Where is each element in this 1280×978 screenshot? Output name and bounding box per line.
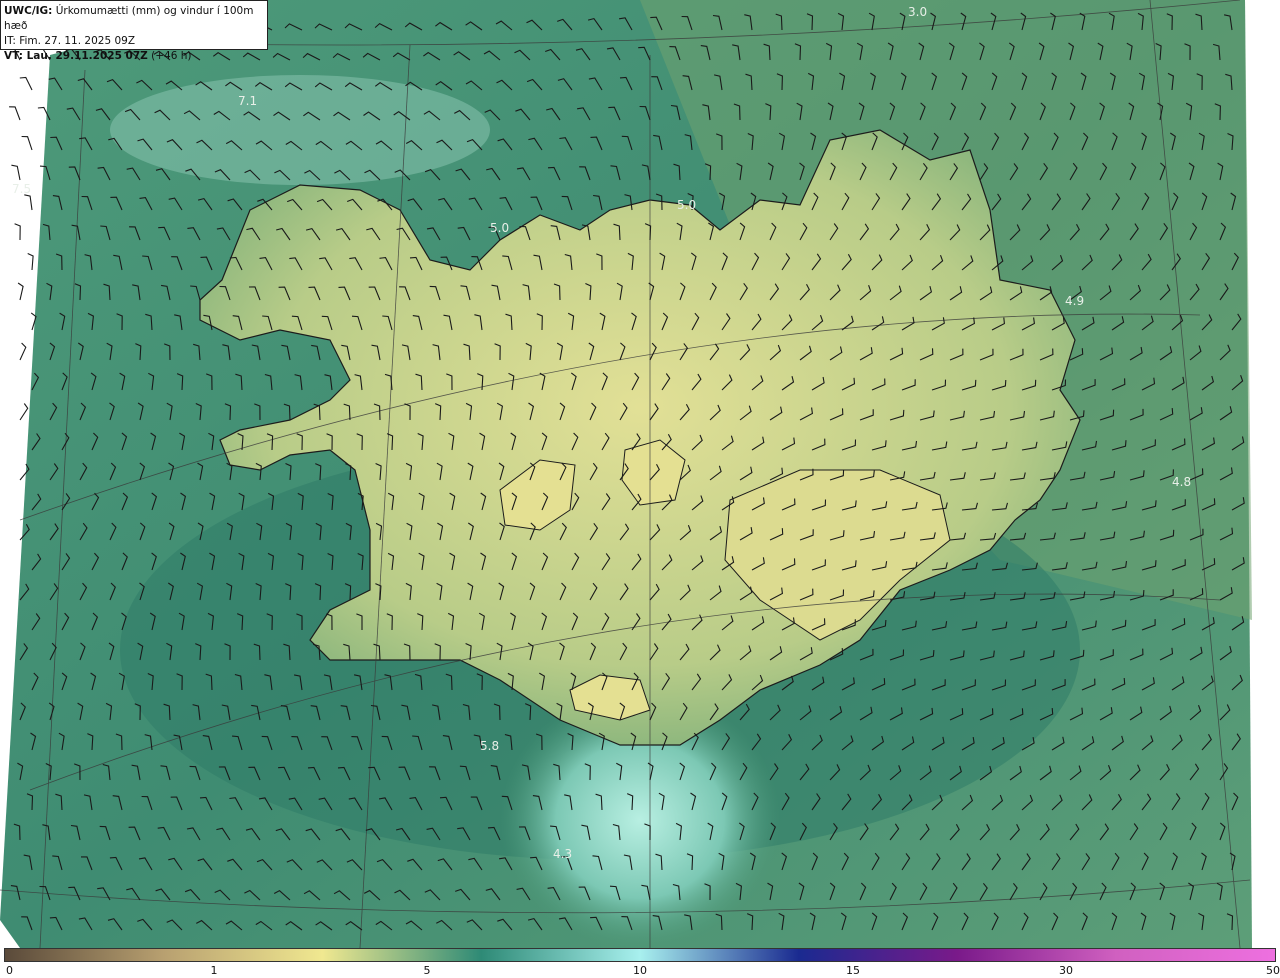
field-value-label: 3.0 bbox=[908, 5, 927, 19]
field-value-label: 4.3 bbox=[553, 847, 572, 861]
colorbar bbox=[4, 948, 1276, 962]
field-value-label: 5.0 bbox=[677, 198, 696, 212]
field-value-label: 5.8 bbox=[480, 739, 499, 753]
valid-time: VT: Lau. 29.11.2025 07Z bbox=[4, 50, 148, 62]
colorbar-tick: 1 bbox=[210, 964, 218, 977]
colorbar-tick: 10 bbox=[633, 964, 647, 977]
colorbar-tick: 50 bbox=[1266, 964, 1280, 977]
field-value-label: 4.8 bbox=[1172, 475, 1191, 489]
colorbar-tick: 5 bbox=[423, 964, 431, 977]
colorbar-tick: 30 bbox=[1059, 964, 1073, 977]
field-value-label: 7.5 bbox=[12, 182, 31, 196]
map-info-box: UWC/IG: Úrkomumætti (mm) og vindur í 100… bbox=[0, 0, 268, 62]
precipitation-map: 3.0 7.1 7.5 5.0 5.0 4.9 4.8 5.8 4.3 bbox=[0, 0, 1280, 948]
model-name: UWC/IG: bbox=[4, 5, 53, 17]
colorbar-tick: 0 bbox=[6, 964, 13, 977]
valid-offset: (+46 h) bbox=[151, 50, 192, 62]
colorbar-tick: 15 bbox=[846, 964, 860, 977]
colorbar-legend: 0 1 5 10 15 30 50 bbox=[0, 948, 1280, 978]
field-value-label: 7.1 bbox=[238, 94, 257, 108]
field-value-label: 5.0 bbox=[490, 221, 509, 235]
init-time: IT: Fim. 27. 11. 2025 09Z bbox=[4, 35, 136, 47]
field-value-label: 4.9 bbox=[1065, 294, 1084, 308]
